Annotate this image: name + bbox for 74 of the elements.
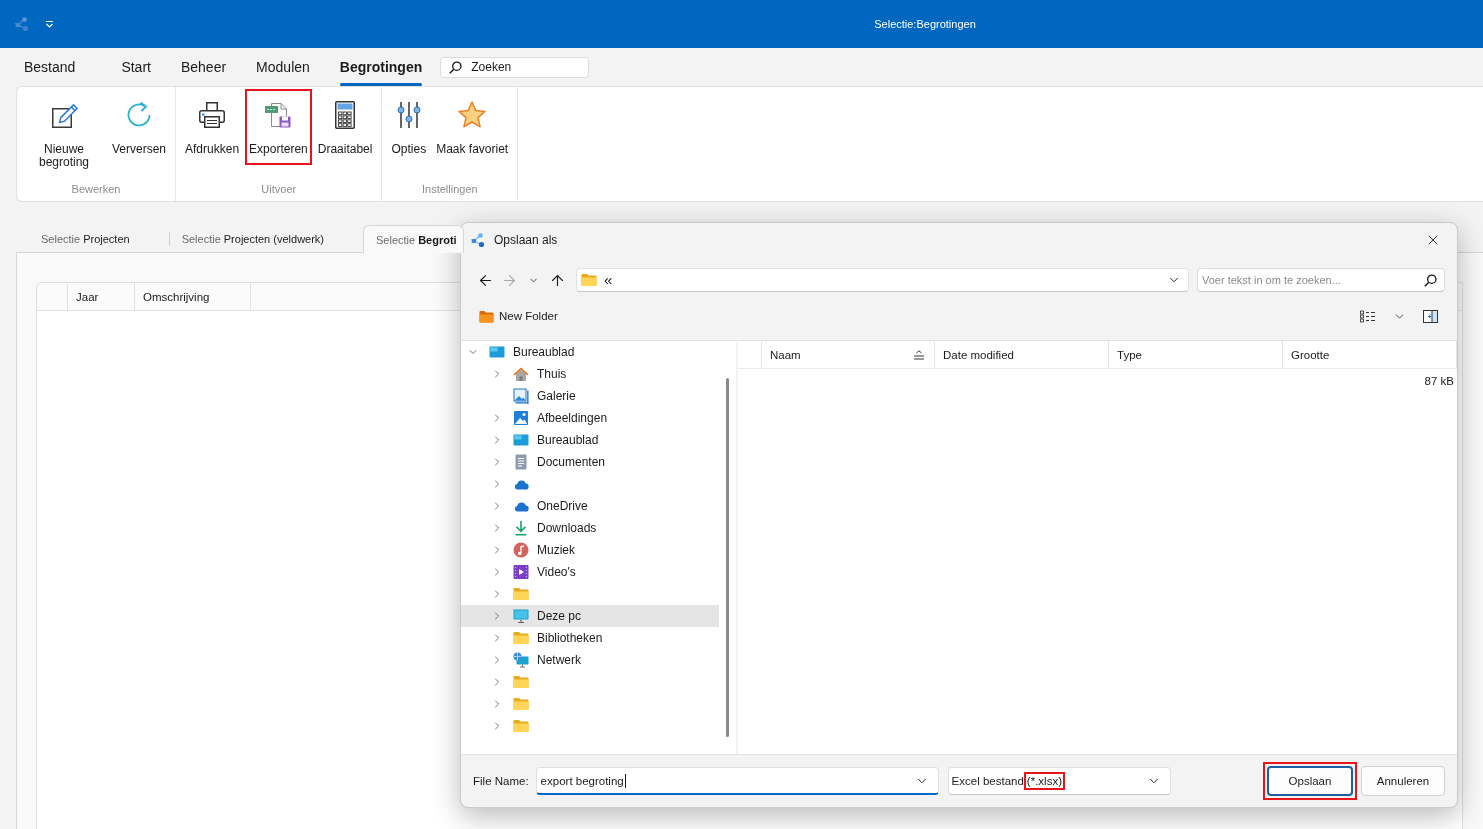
app-logo-icon	[470, 231, 486, 248]
ribbon-button[interactable]: Opties	[387, 89, 431, 165]
tree-item[interactable]: Bibliotheken	[461, 627, 719, 649]
video-icon	[513, 564, 529, 580]
tree-item[interactable]: Video's	[461, 561, 719, 583]
tree-item[interactable]: Bureaublad	[461, 341, 719, 363]
monitor-icon	[513, 608, 529, 624]
table-cell-text: 87 kB	[1423, 374, 1455, 389]
group-label: Bewerken	[71, 183, 121, 197]
menu-tab[interactable]: Beheer	[165, 48, 242, 86]
menu-tab[interactable]: Start	[106, 48, 166, 86]
address-field[interactable]: «	[575, 268, 1189, 292]
folder-icon	[479, 309, 494, 323]
folder-icon	[513, 718, 529, 734]
app-logo-icon	[14, 16, 30, 32]
ribbon-button[interactable]: Maak favoriet	[432, 89, 513, 165]
caret-icon[interactable]	[45, 20, 54, 28]
tree-item[interactable]: Muziek	[461, 539, 719, 561]
column-header[interactable]: Jaar	[67, 283, 135, 310]
details-view-icon[interactable]	[1360, 309, 1376, 323]
text-cursor	[624, 773, 626, 788]
new-folder-button[interactable]: New Folder	[477, 309, 560, 323]
search-field[interactable]: Voer tekst in om te zoeken...	[1197, 268, 1445, 292]
download-icon	[513, 520, 529, 536]
folder-icon	[580, 272, 597, 288]
folder-icon	[513, 696, 529, 712]
tree-item[interactable]: Bureaublad	[461, 429, 719, 451]
tree-item[interactable]: OneDrive	[461, 495, 719, 517]
search-field[interactable]: Zoeken	[440, 56, 590, 78]
menu-tab[interactable]: Bestand	[16, 48, 91, 86]
menu-tab[interactable]: Modulen	[241, 48, 325, 86]
tree-item[interactable]: Documenten	[461, 451, 719, 473]
tree-item[interactable]: Deze pc	[461, 605, 719, 627]
search-icon	[449, 60, 463, 74]
tree-item[interactable]: Downloads	[461, 517, 719, 539]
document-tab[interactable]: Selectie Begroti	[363, 225, 464, 253]
file-type-dropdown[interactable]: Excel bestand (*.xlsx)	[947, 767, 1171, 795]
save-button[interactable]: Opslaan	[1267, 766, 1353, 796]
document-icon	[513, 454, 529, 470]
cancel-button[interactable]: Annuleren	[1361, 766, 1445, 796]
desktop-icon	[489, 344, 505, 360]
field-label: File Name:	[473, 775, 529, 787]
window-title: Selectie:Begrotingen	[874, 18, 976, 30]
desktop-icon	[513, 432, 529, 448]
column-header[interactable]: Naam	[761, 341, 935, 368]
group-label: Uitvoer	[261, 183, 297, 197]
group-label: Instellingen	[422, 183, 478, 197]
scrollbar-thumb[interactable]	[726, 378, 729, 737]
dialog-title: Opslaan als	[494, 232, 558, 247]
network-icon	[513, 652, 529, 668]
folder-icon	[513, 674, 529, 690]
folder-icon	[513, 586, 529, 602]
file-name-field[interactable]: export begroting	[535, 767, 939, 795]
ribbon-button[interactable]: Verversen	[108, 89, 171, 165]
search-icon	[1424, 273, 1437, 287]
tree-item[interactable]: Netwerk	[461, 649, 719, 671]
preview-pane-icon[interactable]	[1423, 309, 1438, 323]
file-type-pattern: (*.xlsx)	[1023, 772, 1065, 790]
ribbon-button[interactable]: Draaitabel	[313, 89, 377, 165]
image-icon	[513, 410, 529, 426]
tree-item[interactable]: Afbeeldingen	[461, 407, 719, 429]
tree-item[interactable]: Galerie	[461, 385, 719, 407]
document-tab[interactable]: Selectie Projecten (veldwerk)	[168, 225, 364, 252]
image-stack-icon	[513, 388, 529, 404]
document-tab[interactable]: Selectie Projecten	[28, 225, 169, 252]
sort-icon	[913, 349, 925, 360]
music-note-icon	[513, 542, 529, 558]
folder-icon	[513, 630, 529, 646]
column-header[interactable]: Omschrijving	[135, 283, 251, 310]
tree-item[interactable]: Thuis	[461, 363, 719, 385]
home-icon	[513, 366, 529, 382]
ribbon-button[interactable]: Exporteren	[245, 89, 312, 165]
menu-tab[interactable]: Begrotingen	[324, 48, 438, 86]
ribbon-button[interactable]: Afdrukken	[181, 89, 244, 165]
